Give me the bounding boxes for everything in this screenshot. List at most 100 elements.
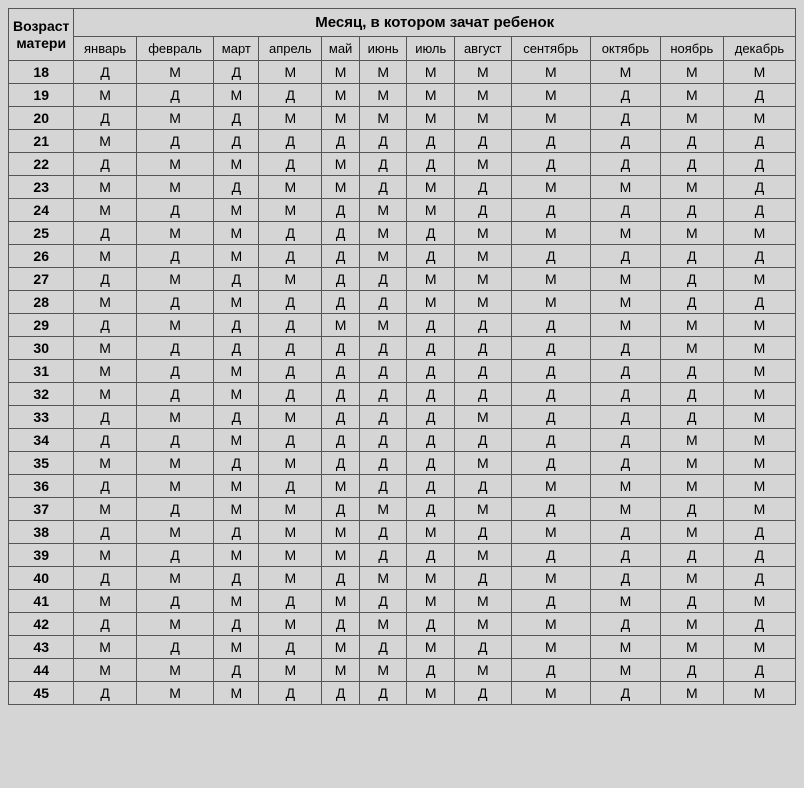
value-cell: М (259, 659, 322, 682)
value-cell: М (660, 61, 723, 84)
value-cell: Д (591, 613, 660, 636)
month-header: март (214, 37, 259, 61)
value-cell: М (259, 199, 322, 222)
value-cell: М (591, 291, 660, 314)
value-cell: М (214, 636, 259, 659)
value-cell: Д (359, 406, 407, 429)
value-cell: М (723, 107, 795, 130)
value-cell: Д (407, 429, 455, 452)
value-cell: Д (322, 567, 360, 590)
value-cell: Д (511, 498, 591, 521)
value-cell: Д (259, 84, 322, 107)
value-cell: Д (359, 590, 407, 613)
value-cell: М (511, 61, 591, 84)
value-cell: Д (660, 268, 723, 291)
value-cell: М (511, 613, 591, 636)
value-cell: М (455, 61, 511, 84)
value-cell: М (214, 498, 259, 521)
value-cell: Д (74, 61, 136, 84)
table-row: 30МДДДДДДДДДММ (9, 337, 796, 360)
table-row: 44ММДМММДМДМДД (9, 659, 796, 682)
month-header: апрель (259, 37, 322, 61)
value-cell: М (214, 383, 259, 406)
age-cell: 34 (9, 429, 74, 452)
value-cell: М (660, 337, 723, 360)
value-cell: Д (591, 521, 660, 544)
age-cell: 40 (9, 567, 74, 590)
table-row: 20ДМДММММММДММ (9, 107, 796, 130)
value-cell: Д (455, 636, 511, 659)
value-cell: М (136, 521, 214, 544)
value-cell: Д (214, 659, 259, 682)
value-cell: М (74, 636, 136, 659)
value-cell: Д (359, 521, 407, 544)
value-cell: Д (511, 199, 591, 222)
value-cell: М (259, 544, 322, 567)
age-cell: 45 (9, 682, 74, 705)
value-cell: М (136, 176, 214, 199)
value-cell: Д (259, 291, 322, 314)
value-cell: Д (511, 245, 591, 268)
value-cell: М (455, 245, 511, 268)
age-cell: 22 (9, 153, 74, 176)
value-cell: Д (511, 383, 591, 406)
age-cell: 26 (9, 245, 74, 268)
value-cell: Д (359, 682, 407, 705)
value-cell: Д (723, 613, 795, 636)
value-cell: Д (660, 659, 723, 682)
value-cell: М (723, 406, 795, 429)
value-cell: М (591, 636, 660, 659)
value-cell: Д (359, 291, 407, 314)
table-row: 45ДММДДДМДМДММ (9, 682, 796, 705)
value-cell: Д (359, 130, 407, 153)
value-cell: М (511, 636, 591, 659)
value-cell: Д (511, 544, 591, 567)
value-cell: Д (591, 682, 660, 705)
value-cell: М (359, 659, 407, 682)
value-cell: Д (322, 452, 360, 475)
value-cell: М (455, 107, 511, 130)
value-cell: Д (214, 406, 259, 429)
value-cell: Д (660, 130, 723, 153)
value-cell: Д (259, 130, 322, 153)
age-cell: 43 (9, 636, 74, 659)
value-cell: Д (136, 130, 214, 153)
value-cell: М (74, 659, 136, 682)
value-cell: М (511, 475, 591, 498)
age-cell: 38 (9, 521, 74, 544)
value-cell: Д (359, 429, 407, 452)
value-cell: М (214, 475, 259, 498)
value-cell: М (660, 682, 723, 705)
value-cell: М (455, 268, 511, 291)
value-cell: Д (136, 199, 214, 222)
value-cell: М (359, 314, 407, 337)
value-cell: М (322, 590, 360, 613)
value-cell: Д (214, 567, 259, 590)
value-cell: М (322, 84, 360, 107)
value-cell: М (723, 383, 795, 406)
age-cell: 37 (9, 498, 74, 521)
value-cell: Д (455, 360, 511, 383)
value-cell: М (74, 291, 136, 314)
value-cell: М (136, 659, 214, 682)
value-cell: М (214, 153, 259, 176)
value-cell: Д (322, 429, 360, 452)
value-cell: Д (511, 360, 591, 383)
value-cell: М (455, 659, 511, 682)
age-cell: 23 (9, 176, 74, 199)
value-cell: М (455, 406, 511, 429)
value-cell: М (660, 636, 723, 659)
value-cell: Д (136, 590, 214, 613)
table-row: 41МДМДМДММДМДМ (9, 590, 796, 613)
value-cell: Д (723, 130, 795, 153)
value-cell: М (723, 61, 795, 84)
value-cell: Д (511, 337, 591, 360)
value-cell: М (511, 268, 591, 291)
value-cell: Д (214, 521, 259, 544)
value-cell: М (322, 659, 360, 682)
value-cell: Д (723, 84, 795, 107)
value-cell: М (259, 107, 322, 130)
value-cell: Д (455, 429, 511, 452)
value-cell: М (322, 636, 360, 659)
value-cell: Д (359, 153, 407, 176)
